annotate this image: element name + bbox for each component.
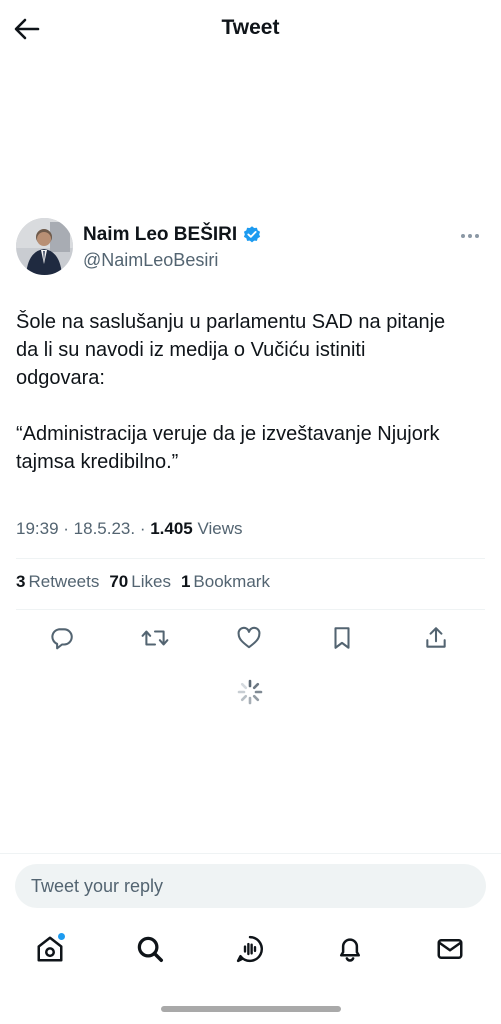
more-dot-icon [461,234,465,238]
notification-dot [58,933,65,940]
loading-spinner-icon [237,679,263,705]
bookmark-icon [334,627,350,649]
share-button[interactable] [420,622,452,654]
bookmarks-label: Bookmark [193,572,270,591]
nav-messages[interactable] [433,932,467,966]
retweet-icon [141,630,169,646]
tweet-time[interactable]: 19:39 [16,519,59,539]
meta-separator: · [58,519,74,538]
likes-label: Likes [131,572,171,591]
tweet-text: Šole na saslušanju u parlamentu SAD na p… [16,311,446,473]
tweet-stats: 3 Retweets 70 Likes 1 Bookmark [16,572,270,592]
views-count: 1.405 [150,519,193,538]
bookmark-button[interactable] [326,622,358,654]
like-button[interactable] [233,622,265,654]
bottom-navigation [0,922,501,976]
reply-divider [0,853,501,854]
tweet-meta: 19:39 · 18.5.23. · 1.405 Views [16,519,243,539]
spaces-icon [236,935,263,963]
likes-count: 70 [109,572,129,591]
nav-spaces[interactable] [233,932,267,966]
bookmarks-count: 1 [180,572,191,591]
reply-input[interactable] [15,864,486,908]
reply-icon [51,628,73,650]
retweets-count: 3 [16,572,26,591]
like-icon [237,626,261,649]
top-bar: Tweet [0,0,501,58]
divider [16,558,485,559]
notifications-icon [340,938,360,962]
more-options-button[interactable] [455,226,485,246]
home-indicator[interactable] [161,1006,341,1012]
nav-notifications[interactable] [333,932,367,966]
retweets-label: Retweets [28,572,100,591]
tweet-date[interactable]: 18.5.23. [74,519,135,539]
tweet-actions [0,622,501,654]
nav-search[interactable] [133,932,167,966]
retweet-button[interactable] [139,622,171,654]
bookmarks-stat[interactable]: 1 Bookmark [181,572,270,592]
more-dot-icon [475,234,479,238]
divider [16,609,485,610]
page-title: Tweet [221,16,280,39]
reply-button[interactable] [46,622,78,654]
meta-separator: · [135,519,151,538]
verified-badge-icon [242,225,262,245]
author-handle[interactable]: @NaimLeoBesiri [83,250,218,271]
likes-stat[interactable]: 70 Likes [109,572,171,592]
search-icon [137,936,163,962]
author-name-row: Naim Leo BEŠIRI [83,224,262,246]
author-name[interactable]: Naim Leo BEŠIRI [83,224,237,246]
messages-icon [437,939,463,959]
views-label: Views [192,519,243,538]
avatar[interactable] [16,218,73,275]
tweet-page: Tweet Naim Leo BEŠIRI @NaimLeoBesiri Šol… [0,0,501,1024]
retweets-stat[interactable]: 3 Retweets [16,572,99,592]
avatar-image [16,218,73,275]
nav-home[interactable] [33,932,67,966]
share-icon [426,627,446,648]
tweet-author: Naim Leo BEŠIRI @NaimLeoBesiri [16,216,485,278]
more-dot-icon [468,234,472,238]
